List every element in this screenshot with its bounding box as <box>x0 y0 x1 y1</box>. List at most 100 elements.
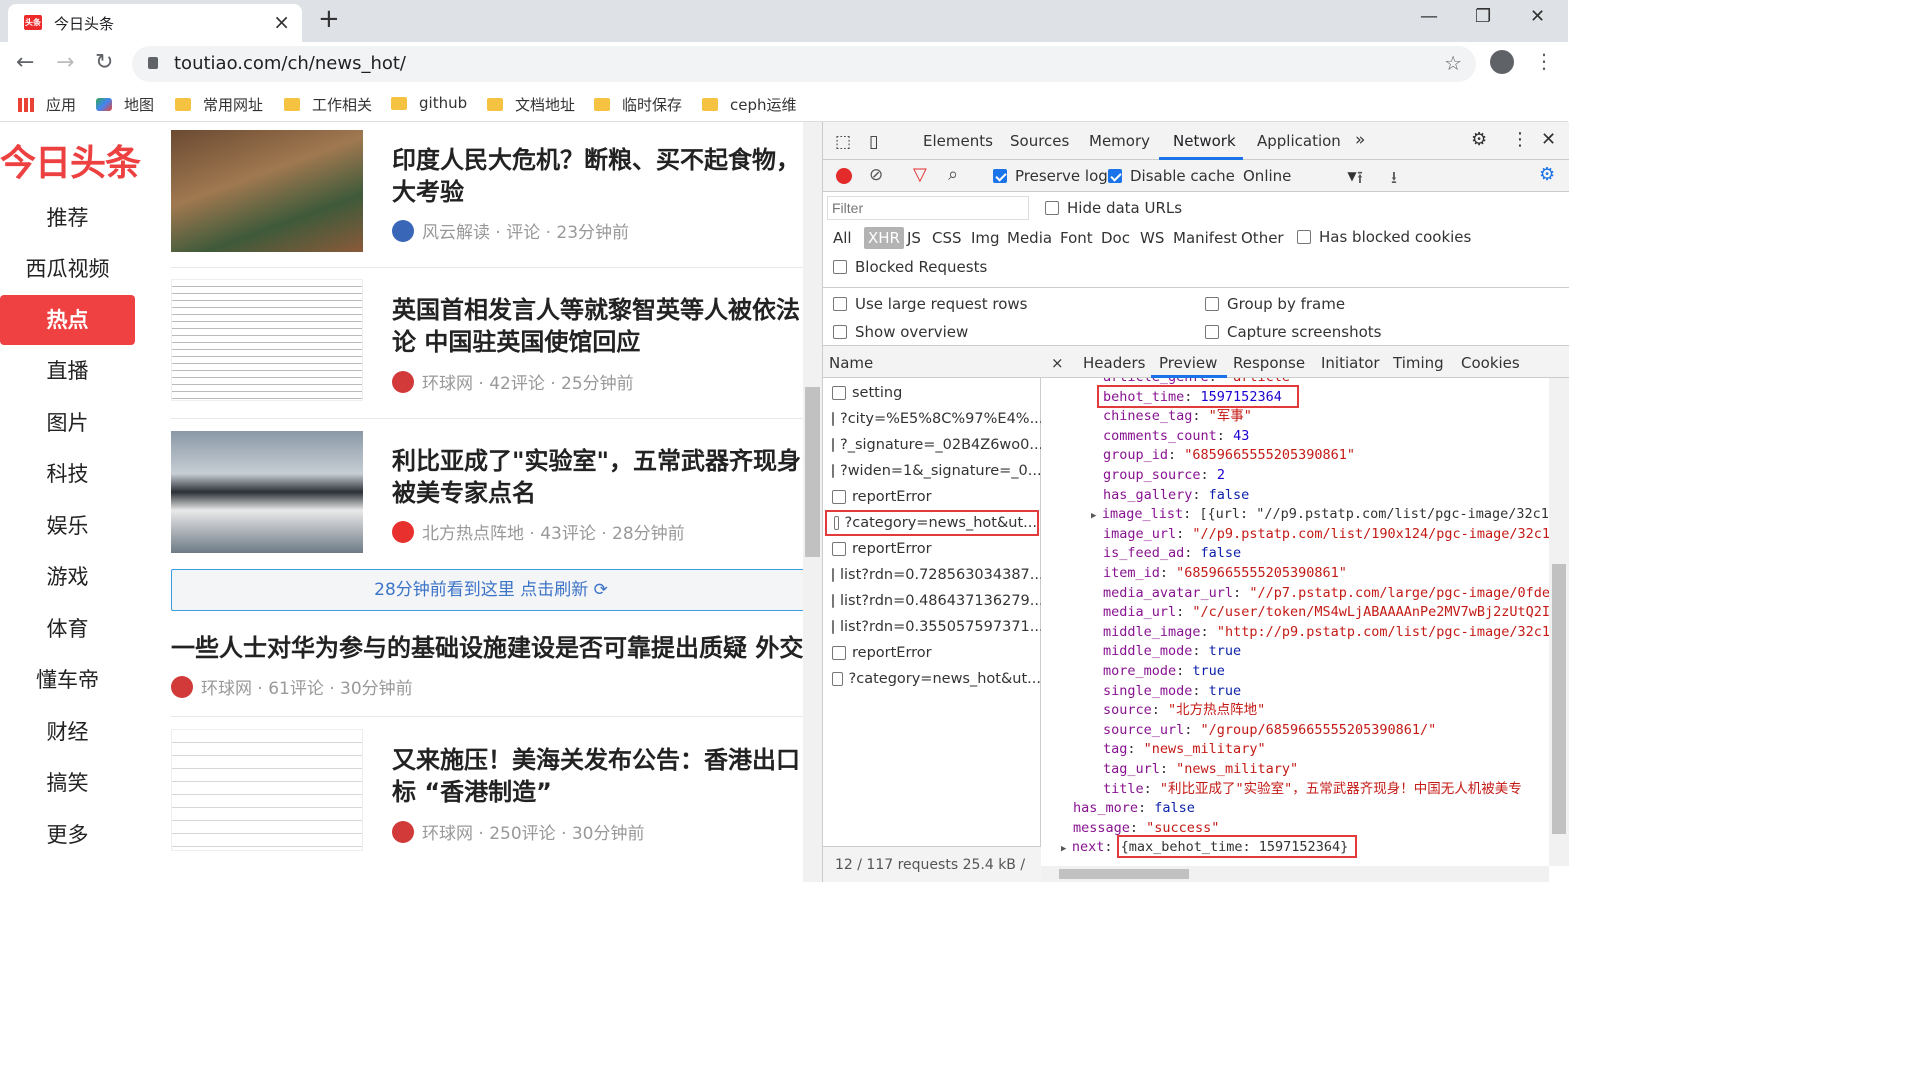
restore-icon[interactable]: ❐ <box>1475 6 1491 27</box>
article-thumbnail[interactable] <box>171 130 363 252</box>
browser-tab[interactable]: 头条 今日头条 × <box>8 4 302 42</box>
close-detail-icon[interactable]: × <box>1051 354 1064 372</box>
tab-application[interactable]: Application <box>1257 132 1341 150</box>
filter-img[interactable]: Img <box>971 229 1000 247</box>
reload-icon[interactable]: ↻ <box>95 50 113 75</box>
bookmark-folder-github[interactable]: github <box>391 94 467 112</box>
capture-screenshots-toggle[interactable]: Capture screenshots <box>1205 323 1381 341</box>
bookmark-maps[interactable]: 地图 <box>96 94 154 115</box>
profile-avatar-icon[interactable] <box>1490 50 1514 74</box>
request-row[interactable]: list?rdn=0.355057597371... <box>823 614 1041 640</box>
request-row-selected[interactable]: ?category=news_hot&ut... <box>825 510 1039 536</box>
tab-sources[interactable]: Sources <box>1010 132 1069 150</box>
close-devtools-icon[interactable]: ✕ <box>1541 129 1556 150</box>
throttle-select[interactable]: Online ▼ <box>1243 167 1357 185</box>
tab-response[interactable]: Response <box>1233 354 1305 372</box>
bookmark-folder-ceph[interactable]: ceph运维 <box>702 94 797 115</box>
filter-media[interactable]: Media <box>1007 229 1052 247</box>
new-tab-icon[interactable]: + <box>318 4 340 34</box>
request-row[interactable]: list?rdn=0.486437136279... <box>823 588 1041 614</box>
nav-item-xigua-video[interactable]: 西瓜视频 <box>0 244 135 294</box>
scrollbar-thumb[interactable] <box>1552 564 1566 834</box>
article-thumbnail[interactable] <box>171 279 363 401</box>
article-thumbnail[interactable] <box>171 729 363 851</box>
browser-menu-icon[interactable]: ⋮ <box>1534 49 1554 73</box>
tab-timing[interactable]: Timing <box>1393 354 1444 372</box>
import-har-icon[interactable]: ⭱ <box>1357 165 1363 194</box>
filter-js[interactable]: JS <box>907 229 921 247</box>
disable-cache-toggle[interactable]: Disable cache <box>1108 167 1235 185</box>
nav-item-recommend[interactable]: 推荐 <box>0 193 135 243</box>
nav-item-funny[interactable]: 搞笑 <box>0 758 135 808</box>
request-row[interactable]: ?city=%E5%8C%97%E4%... <box>823 406 1041 432</box>
capture-screenshots-checkbox[interactable] <box>1205 325 1219 339</box>
request-row[interactable]: ?_signature=_02B4Z6wo0... <box>823 432 1041 458</box>
filter-funnel-icon[interactable]: ▽ <box>913 164 927 185</box>
nav-item-tech[interactable]: 科技 <box>0 449 135 499</box>
request-row[interactable]: setting <box>823 380 1041 406</box>
close-tab-icon[interactable]: × <box>273 10 290 34</box>
nav-item-more[interactable]: 更多 <box>0 810 135 860</box>
nav-item-games[interactable]: 游戏 <box>0 552 135 602</box>
article-title[interactable]: 印度人民大危机？断粮、买不起食物， 大考验 <box>392 144 822 208</box>
filter-css[interactable]: CSS <box>932 229 962 247</box>
page-scrollbar[interactable] <box>803 122 822 882</box>
expand-arrow-icon[interactable]: ▶ <box>1061 844 1072 854</box>
large-rows-checkbox[interactable] <box>833 297 847 311</box>
bookmark-folder-common[interactable]: 常用网址 <box>175 94 263 115</box>
preview-vscrollbar[interactable] <box>1549 378 1569 866</box>
request-row[interactable]: reportError <box>823 640 1041 666</box>
filter-font[interactable]: Font <box>1060 229 1093 247</box>
tab-elements[interactable]: Elements <box>923 132 993 150</box>
json-line[interactable]: ▶ image_list: [{url: "//p9.pstatp.com/li… <box>1091 505 1549 527</box>
has-blocked-cookies-checkbox[interactable] <box>1297 230 1311 244</box>
large-rows-toggle[interactable]: Use large request rows <box>833 295 1027 313</box>
device-toolbar-icon[interactable]: ▯ <box>869 132 878 152</box>
inspect-element-icon[interactable]: ⬚ <box>835 132 851 152</box>
has-blocked-cookies-toggle[interactable]: Has blocked cookies <box>1297 228 1471 246</box>
close-window-icon[interactable]: ✕ <box>1530 6 1545 27</box>
hide-data-urls-toggle[interactable]: Hide data URLs <box>1045 199 1182 217</box>
blocked-requests-toggle[interactable]: Blocked Requests <box>833 258 987 276</box>
address-bar[interactable]: toutiao.com/ch/news_hot/ ☆ <box>132 46 1476 82</box>
forward-icon[interactable]: → <box>56 50 74 75</box>
nav-item-live[interactable]: 直播 <box>0 346 135 396</box>
more-tabs-icon[interactable]: » <box>1355 130 1365 150</box>
show-overview-checkbox[interactable] <box>833 325 847 339</box>
devtools-menu-icon[interactable]: ⋮ <box>1511 129 1529 150</box>
filter-ws[interactable]: WS <box>1140 229 1164 247</box>
request-row[interactable]: ?widen=1&_signature=_0... <box>823 458 1041 484</box>
article-title[interactable]: 利比亚成了"实验室"，五常武器齐现身 被美专家点名 <box>392 445 822 509</box>
article-thumbnail[interactable] <box>171 431 363 553</box>
tab-network[interactable]: Network <box>1173 132 1236 150</box>
bookmark-apps[interactable]: 应用 <box>18 94 76 115</box>
blocked-requests-checkbox[interactable] <box>833 260 847 274</box>
filter-input[interactable] <box>827 196 1029 220</box>
tab-memory[interactable]: Memory <box>1089 132 1150 150</box>
hide-data-urls-checkbox[interactable] <box>1045 201 1059 215</box>
article-title[interactable]: 一些人士对华为参与的基础设施建设是否可靠提出质疑 外交 <box>171 632 803 664</box>
clear-icon[interactable]: ⊘ <box>869 165 883 185</box>
filter-all[interactable]: All <box>833 229 852 247</box>
export-har-icon[interactable]: ⭳ <box>1391 165 1397 194</box>
bookmark-folder-work[interactable]: 工作相关 <box>284 94 372 115</box>
record-icon[interactable] <box>836 168 852 184</box>
minimize-icon[interactable]: — <box>1420 6 1438 27</box>
refresh-banner[interactable]: 28分钟前看到这里 点击刷新 ⟳ <box>171 569 811 611</box>
bookmark-folder-temp[interactable]: 临时保存 <box>594 94 682 115</box>
search-icon[interactable]: ⌕ <box>948 164 958 185</box>
tab-initiator[interactable]: Initiator <box>1321 354 1380 372</box>
url-text[interactable]: toutiao.com/ch/news_hot/ <box>174 53 406 74</box>
scrollbar-thumb[interactable] <box>805 387 820 557</box>
request-row[interactable]: reportError <box>823 536 1041 562</box>
nav-item-images[interactable]: 图片 <box>0 398 135 448</box>
expand-arrow-icon[interactable]: ▶ <box>1091 511 1102 521</box>
nav-item-hot[interactable]: 热点 <box>0 295 135 345</box>
site-logo[interactable]: 今日头条 <box>0 134 141 186</box>
filter-xhr[interactable]: XHR <box>864 227 904 249</box>
article-title[interactable]: 英国首相发言人等就黎智英等人被依法 论 中国驻英国使馆回应 <box>392 294 822 358</box>
bookmark-star-icon[interactable]: ☆ <box>1444 51 1462 75</box>
tab-preview[interactable]: Preview <box>1159 354 1217 372</box>
settings-gear-icon[interactable]: ⚙ <box>1471 129 1487 150</box>
preserve-log-checkbox[interactable] <box>993 169 1007 183</box>
